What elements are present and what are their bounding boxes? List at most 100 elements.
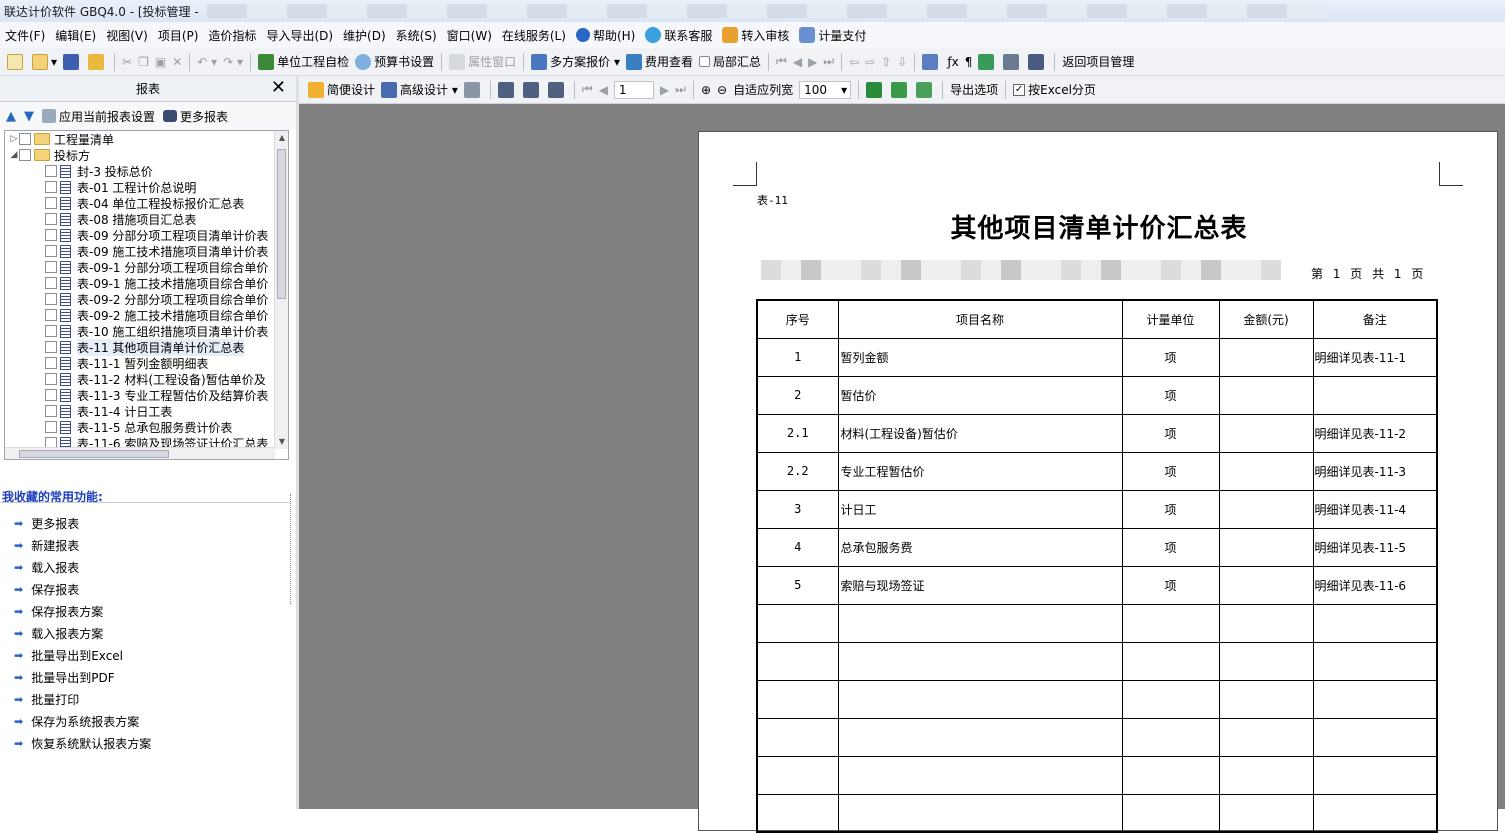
tree-horizontal-scrollbar[interactable] xyxy=(5,447,275,459)
excel-paging-checkbox[interactable]: ✓ 按Excel分页 xyxy=(1010,79,1099,101)
calculator-icon[interactable] xyxy=(919,51,944,73)
tree-item[interactable]: 表-09-1 分部分项工程项目综合单价 xyxy=(5,259,275,275)
tree-checkbox[interactable] xyxy=(19,133,31,145)
tree-checkbox[interactable] xyxy=(45,357,57,369)
excel-sheet-icon[interactable] xyxy=(888,79,913,101)
prev-page-icon[interactable]: ◀ xyxy=(596,79,611,101)
nav-next-icon[interactable]: ▶ xyxy=(805,51,820,73)
tree-item[interactable]: 表-09 施工技术措施项目清单计价表 xyxy=(5,243,275,259)
tree-checkbox[interactable] xyxy=(45,261,57,273)
tree-item[interactable]: 表-11-3 专业工程暂估价及结算价表 xyxy=(5,387,275,403)
tree-item[interactable]: ◢ 投标方 xyxy=(5,147,275,163)
tree-checkbox[interactable] xyxy=(45,277,57,289)
cube-icon[interactable] xyxy=(975,51,1000,73)
tree-item[interactable]: 封-3 投标总价 xyxy=(5,163,275,179)
menu-window[interactable]: 窗口(W) xyxy=(442,27,497,44)
tree-item[interactable]: 表-04 单位工程投标报价汇总表 xyxy=(5,195,275,211)
favorite-item[interactable]: ➡ 新建报表 xyxy=(14,534,284,556)
menu-project[interactable]: 项目(P) xyxy=(153,27,204,44)
tree-checkbox[interactable] xyxy=(45,293,57,305)
favorite-item[interactable]: ➡ 保存报表方案 xyxy=(14,600,284,622)
two-page-icon[interactable] xyxy=(520,79,545,101)
tree-item[interactable]: 表-09 分部分项工程项目清单计价表 xyxy=(5,227,275,243)
menu-import-export[interactable]: 导入导出(D) xyxy=(261,27,338,44)
tree-item[interactable]: ▷ 工程量清单 xyxy=(5,131,275,147)
single-page-icon[interactable] xyxy=(495,79,520,101)
zoom-out-icon[interactable]: ⊖ xyxy=(714,79,730,101)
move-down-icon[interactable]: ⇩ xyxy=(894,51,910,73)
expand-icon[interactable]: ▷ xyxy=(9,134,19,144)
budget-settings-button[interactable]: 预算书设置 xyxy=(352,51,437,73)
tree-item[interactable]: 表-11-4 计日工表 xyxy=(5,403,275,419)
last-page-icon[interactable]: ⏭ xyxy=(672,79,689,101)
cut-icon[interactable]: ✂ xyxy=(119,51,135,73)
tree-item[interactable]: 表-09-2 分部分项工程项目综合单价 xyxy=(5,291,275,307)
tree-item[interactable]: 表-01 工程计价总说明 xyxy=(5,179,275,195)
tree-checkbox[interactable] xyxy=(45,325,57,337)
export-options-button[interactable]: 导出选项 xyxy=(947,79,1001,101)
tree-checkbox[interactable] xyxy=(45,309,57,321)
move-up-icon[interactable]: ⇧ xyxy=(878,51,894,73)
next-page-icon[interactable]: ▶ xyxy=(657,79,672,101)
favorite-item[interactable]: ➡ 保存报表 xyxy=(14,578,284,600)
expand-icon[interactable]: ◢ xyxy=(9,150,19,160)
zoom-select[interactable]: 100 ▾ xyxy=(796,79,854,101)
print-icon[interactable] xyxy=(461,79,486,101)
tree-checkbox[interactable] xyxy=(45,373,57,385)
tree-item[interactable]: 表-09-1 施工技术措施项目综合单价 xyxy=(5,275,275,291)
move-right-icon[interactable]: ⇨ xyxy=(862,51,878,73)
self-check-button[interactable]: 单位工程自检 xyxy=(255,51,352,73)
return-project-button[interactable]: 返回项目管理 xyxy=(1059,51,1137,73)
open-icon[interactable]: ▾ xyxy=(29,51,60,73)
favorite-item[interactable]: ➡ 保存为系统报表方案 xyxy=(14,710,284,732)
tree-item[interactable]: 表-10 施工组织措施项目清单计价表 xyxy=(5,323,275,339)
apply-settings-button[interactable]: 应用当前报表设置 xyxy=(42,108,155,125)
menu-system[interactable]: 系统(S) xyxy=(391,27,442,44)
menu-edit[interactable]: 编辑(E) xyxy=(50,27,101,44)
more-reports-button[interactable]: 更多报表 xyxy=(163,108,228,125)
fee-view-button[interactable]: 费用查看 xyxy=(623,51,696,73)
menu-cost-index[interactable]: 造价指标 xyxy=(203,27,261,44)
undo-icon[interactable]: ↶ ▾ xyxy=(194,51,220,73)
menu-online-service[interactable]: 在线服务(L) xyxy=(497,27,571,44)
tree-checkbox[interactable] xyxy=(45,165,57,177)
nav-last-icon[interactable]: ⏭ xyxy=(820,51,837,73)
move-left-icon[interactable]: ⇦ xyxy=(846,51,862,73)
menu-transfer-audit[interactable]: 转入审核 xyxy=(717,27,794,44)
favorite-item[interactable]: ➡ 载入报表 xyxy=(14,556,284,578)
scroll-up-icon[interactable]: ▲ xyxy=(275,131,288,145)
menu-file[interactable]: 文件(F) xyxy=(0,27,50,44)
partial-summary-button[interactable]: 局部汇总 xyxy=(696,51,764,73)
multi-plan-quote-button[interactable]: 多方案报价 ▾ xyxy=(528,51,623,73)
favorite-item[interactable]: ➡ 恢复系统默认报表方案 xyxy=(14,732,284,754)
paste-icon[interactable]: ▣ xyxy=(152,51,169,73)
page-number-input[interactable]: 1 xyxy=(611,79,657,101)
save-icon[interactable] xyxy=(60,51,85,73)
menu-view[interactable]: 视图(V) xyxy=(101,27,153,44)
simple-design-button[interactable]: 简便设计 xyxy=(305,79,378,101)
tree-checkbox[interactable] xyxy=(45,213,57,225)
multi-page-icon[interactable] xyxy=(545,79,570,101)
tree-checkbox[interactable] xyxy=(45,405,57,417)
menu-help[interactable]: 帮助(H) xyxy=(571,27,640,44)
tree-item[interactable]: 表-11 其他项目清单计价汇总表 xyxy=(5,338,275,356)
move-down-arrow-icon[interactable]: ▼ xyxy=(24,109,34,124)
copy-icon[interactable]: ❐ xyxy=(135,51,152,73)
auto-fit-button[interactable]: 自适应列宽 xyxy=(730,79,796,101)
menu-contact-support[interactable]: 联系客服 xyxy=(640,27,717,44)
tree-checkbox[interactable] xyxy=(45,421,57,433)
redo-icon[interactable]: ↷ ▾ xyxy=(220,51,246,73)
tree-checkbox[interactable] xyxy=(19,149,31,161)
paragraph-icon[interactable]: ¶ xyxy=(962,51,976,73)
tree-item[interactable]: 表-09-2 施工技术措施项目综合单价 xyxy=(5,307,275,323)
tree-checkbox[interactable] xyxy=(45,197,57,209)
tree-vertical-scrollbar[interactable]: ▲ ▼ xyxy=(274,131,288,449)
close-icon[interactable]: ✕ xyxy=(271,78,286,98)
move-up-arrow-icon[interactable]: ▲ xyxy=(6,109,16,124)
hscroll-thumb[interactable] xyxy=(19,450,169,458)
zoom-in-icon[interactable]: ⊕ xyxy=(698,79,714,101)
favorite-item[interactable]: ➡ 批量打印 xyxy=(14,688,284,710)
list-icon[interactable] xyxy=(1025,51,1050,73)
print-settings-icon[interactable] xyxy=(1000,51,1025,73)
scroll-thumb[interactable] xyxy=(277,149,286,299)
